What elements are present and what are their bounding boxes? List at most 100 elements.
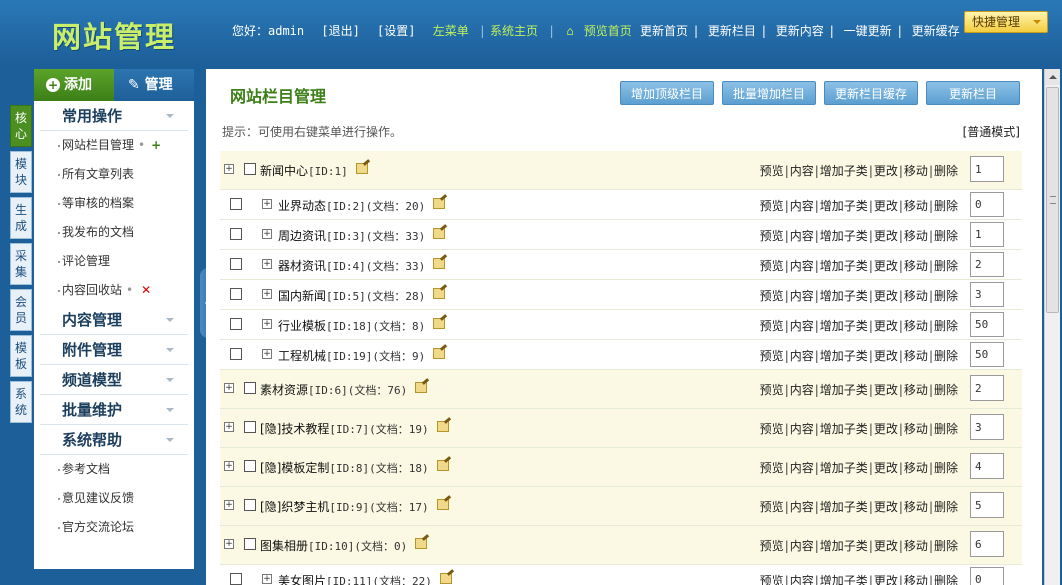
edit-icon[interactable] (433, 258, 445, 269)
edit-icon[interactable] (440, 573, 452, 584)
action-link[interactable]: 内容 (790, 422, 814, 436)
action-link[interactable]: 内容 (790, 461, 814, 475)
edit-icon[interactable] (437, 460, 449, 471)
action-link[interactable]: 更改 (874, 383, 898, 397)
action-link[interactable]: 更改 (874, 199, 898, 213)
expand-icon[interactable]: + (224, 383, 234, 393)
row-checkbox[interactable] (244, 163, 256, 175)
vtab-module[interactable]: 模块 (10, 151, 32, 193)
vtab-generate[interactable]: 生成 (10, 197, 32, 239)
quick-manage-dropdown[interactable]: 快捷管理 (964, 11, 1048, 33)
expand-icon[interactable]: + (262, 349, 272, 359)
action-link[interactable]: 更改 (874, 164, 898, 178)
edit-icon[interactable] (433, 228, 445, 239)
expand-icon[interactable]: + (262, 574, 272, 584)
column-name[interactable]: 行业模板[ID:18](文档：8) (278, 317, 425, 334)
edit-icon[interactable] (433, 288, 445, 299)
edit-icon[interactable] (433, 318, 445, 329)
action-link[interactable]: 预览 (760, 319, 784, 333)
row-checkbox[interactable] (230, 288, 242, 300)
row-checkbox[interactable] (244, 499, 256, 511)
expand-icon[interactable]: + (262, 319, 272, 329)
action-link[interactable]: 移动 (904, 229, 928, 243)
action-link[interactable]: 增加子类 (820, 259, 868, 273)
normal-mode-link[interactable]: [普通模式] (963, 123, 1020, 140)
action-link[interactable]: 内容 (790, 199, 814, 213)
action-link[interactable]: 预览 (760, 229, 784, 243)
action-link[interactable]: 删除 (934, 259, 958, 273)
update-column-button[interactable]: 更新栏目 (925, 81, 1020, 105)
action-link[interactable]: 内容 (790, 539, 814, 553)
sort-order-input[interactable] (970, 252, 1004, 277)
action-link[interactable]: 内容 (790, 383, 814, 397)
expand-icon[interactable]: + (224, 500, 234, 510)
action-link[interactable]: 增加子类 (820, 289, 868, 303)
sort-order-input[interactable] (970, 156, 1004, 182)
action-link[interactable]: 增加子类 (820, 164, 868, 178)
action-link[interactable]: 删除 (934, 349, 958, 363)
action-link[interactable]: 内容 (790, 259, 814, 273)
system-home-link[interactable]: 系统主页 (490, 24, 538, 38)
sidebar-item-feedback[interactable]: 意见建议反馈 (34, 484, 194, 513)
action-link[interactable]: 内容 (790, 500, 814, 514)
edit-icon[interactable] (433, 198, 445, 209)
action-link[interactable]: 更改 (874, 289, 898, 303)
column-name[interactable]: 工程机械[ID:19](文档：9) (278, 347, 425, 364)
column-name[interactable]: [隐]织梦主机[ID:9](文档：17) (260, 498, 429, 515)
sidebar-item-recycle[interactable]: 内容回收站 • ✕ (34, 276, 194, 305)
action-link[interactable]: 内容 (790, 164, 814, 178)
column-name[interactable]: 美女图片[ID:11](文档：22) (278, 572, 432, 585)
action-link[interactable]: 删除 (934, 539, 958, 553)
vtab-collect[interactable]: 采集 (10, 243, 32, 285)
row-checkbox[interactable] (230, 318, 242, 330)
column-name[interactable]: 素材资源[ID:6](文档：76) (260, 381, 407, 398)
action-link[interactable]: 更改 (874, 422, 898, 436)
update-cache-link[interactable]: 更新缓存 (912, 24, 960, 38)
action-link[interactable]: 内容 (790, 289, 814, 303)
action-link[interactable]: 删除 (934, 319, 958, 333)
sort-order-input[interactable] (970, 312, 1004, 337)
sidebar-item-comments[interactable]: 评论管理 (34, 247, 194, 276)
sidebar-item-my-docs[interactable]: 我发布的文档 (34, 218, 194, 247)
action-link[interactable]: 移动 (904, 422, 928, 436)
row-checkbox[interactable] (244, 460, 256, 472)
column-name[interactable]: 新闻中心[ID:1] (260, 162, 348, 179)
action-link[interactable]: 预览 (760, 259, 784, 273)
edit-icon[interactable] (433, 348, 445, 359)
action-link[interactable]: 增加子类 (820, 422, 868, 436)
action-link[interactable]: 更改 (874, 500, 898, 514)
sidebar-item-all-articles[interactable]: 所有文章列表 (34, 160, 194, 189)
row-checkbox[interactable] (244, 382, 256, 394)
action-link[interactable]: 预览 (760, 289, 784, 303)
action-link[interactable]: 增加子类 (820, 383, 868, 397)
column-name[interactable]: [隐]技术教程[ID:7](文档：19) (260, 420, 429, 437)
action-link[interactable]: 增加子类 (820, 349, 868, 363)
action-link[interactable]: 预览 (760, 539, 784, 553)
row-checkbox[interactable] (230, 198, 242, 210)
preview-home-link[interactable]: 预览首页 (584, 24, 632, 38)
add-tab[interactable]: + 添加 (34, 69, 114, 101)
action-link[interactable]: 更改 (874, 349, 898, 363)
action-link[interactable]: 预览 (760, 422, 784, 436)
action-link[interactable]: 内容 (790, 229, 814, 243)
action-link[interactable]: 内容 (790, 349, 814, 363)
column-name[interactable]: 器材资讯[ID:4](文档：33) (278, 257, 425, 274)
column-name[interactable]: 图集相册[ID:10](文档：0) (260, 537, 407, 554)
expand-icon[interactable]: + (262, 289, 272, 299)
action-link[interactable]: 移动 (904, 319, 928, 333)
action-link[interactable]: 更改 (874, 461, 898, 475)
action-link[interactable]: 移动 (904, 164, 928, 178)
action-link[interactable]: 增加子类 (820, 199, 868, 213)
sort-order-input[interactable] (970, 222, 1004, 247)
sort-order-input[interactable] (970, 282, 1004, 307)
expand-icon[interactable]: + (224, 164, 234, 174)
column-name[interactable]: [隐]模板定制[ID:8](文档：18) (260, 459, 429, 476)
action-link[interactable]: 更改 (874, 229, 898, 243)
sidebar-item-docs[interactable]: 参考文档 (34, 455, 194, 484)
settings-link[interactable]: [设置] (377, 24, 415, 38)
update-content-link[interactable]: 更新内容 (776, 24, 824, 38)
section-attachments[interactable]: 附件管理 (40, 335, 188, 365)
action-link[interactable]: 删除 (934, 422, 958, 436)
manage-tab[interactable]: ✎ 管理 (114, 69, 194, 101)
action-link[interactable]: 移动 (904, 574, 928, 585)
